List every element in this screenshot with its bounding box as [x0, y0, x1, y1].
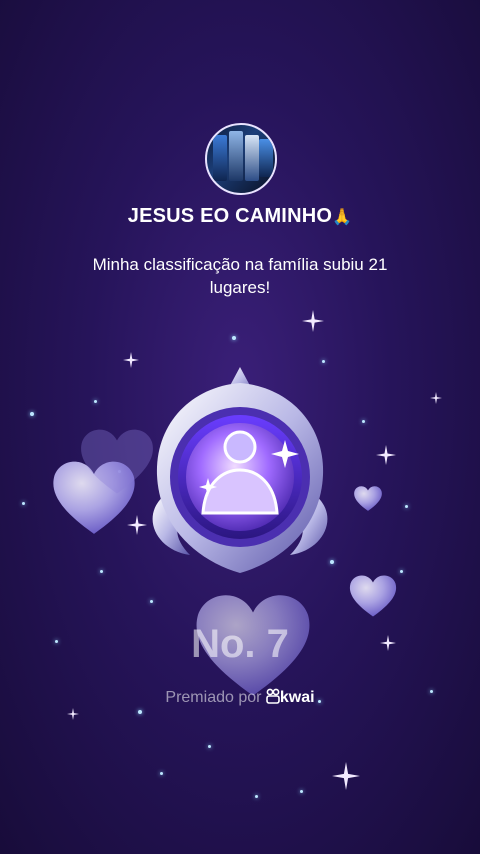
profile-name: JESUS EO CAMINHO🙏	[0, 205, 480, 228]
awarded-prefix: Premiado por	[165, 689, 262, 706]
heart-icon	[354, 486, 382, 511]
sparkle-icon	[67, 708, 79, 720]
avatar[interactable]	[205, 123, 277, 195]
awarded-by: Premiado por kwai	[0, 688, 480, 707]
rank-message: Minha classificação na família subiu 21 …	[92, 255, 388, 297]
sparkle-icon	[302, 310, 324, 332]
kwai-logo-icon	[266, 688, 280, 704]
kwai-brand: kwai	[279, 689, 315, 706]
rank-number: No. 7	[191, 622, 289, 666]
sparkle-icon	[430, 392, 442, 404]
sparkle-icon	[332, 762, 360, 790]
medal-icon	[152, 367, 328, 573]
sparkle-icon	[376, 445, 396, 465]
profile-name-text: JESUS EO CAMINHO	[127, 205, 333, 227]
praying-hands-emoji: 🙏	[332, 209, 353, 226]
heart-icon	[349, 575, 397, 617]
